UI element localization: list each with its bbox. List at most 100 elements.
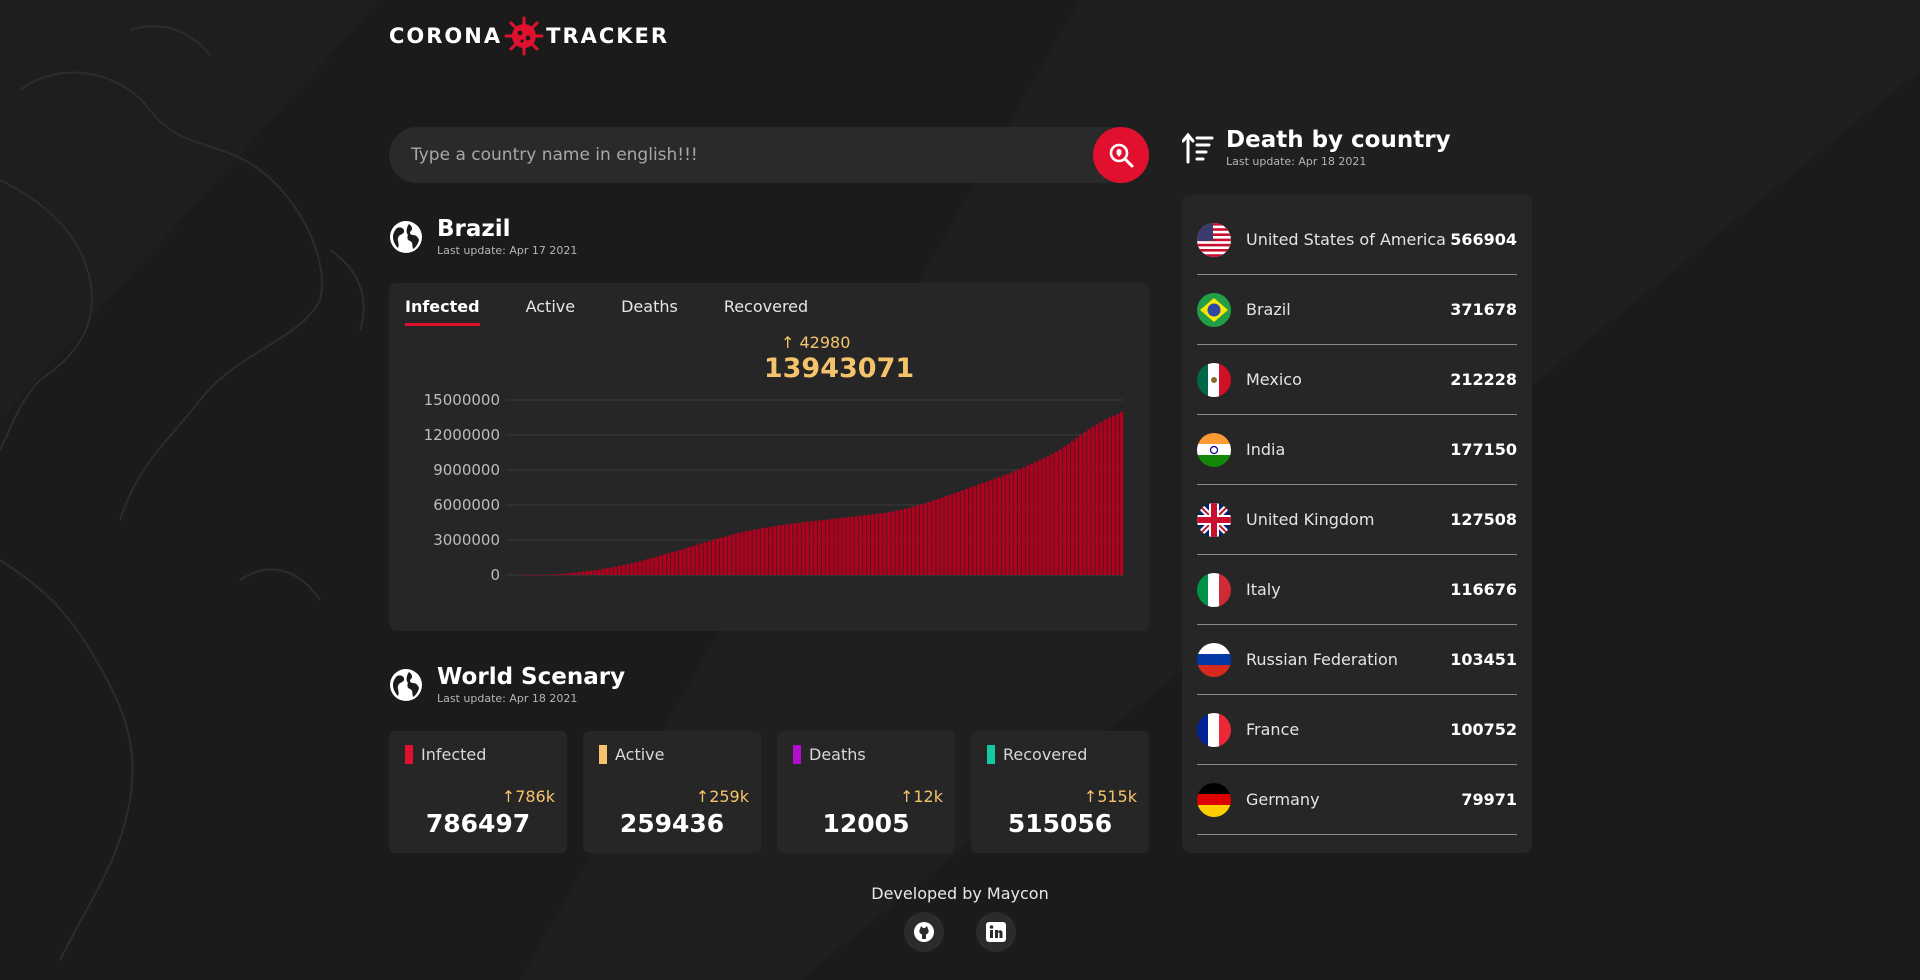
chart-bar[interactable]	[564, 573, 569, 575]
chart-bar[interactable]	[1034, 461, 1038, 575]
chart-bar[interactable]	[789, 523, 793, 575]
list-item[interactable]: France 100752	[1197, 695, 1517, 765]
chart-bar[interactable]	[601, 568, 605, 575]
chart-bar[interactable]	[687, 547, 691, 575]
chart-bar[interactable]	[597, 569, 601, 575]
app-logo[interactable]: CORONA TRACKER	[389, 16, 669, 56]
chart-bar[interactable]	[589, 570, 593, 575]
chart-bar[interactable]	[613, 566, 618, 575]
chart-bar[interactable]	[777, 525, 781, 575]
chart-bar[interactable]	[915, 505, 920, 575]
chart-bar[interactable]	[756, 528, 760, 575]
chart-bar[interactable]	[834, 518, 838, 575]
chart-bar[interactable]	[1070, 441, 1075, 575]
chart-bar[interactable]	[797, 522, 801, 575]
tab-active[interactable]: Active	[526, 297, 576, 326]
chart-bar[interactable]	[617, 565, 622, 575]
chart-bar[interactable]	[552, 574, 556, 575]
chart-bar[interactable]	[650, 557, 654, 575]
chart-bar[interactable]	[548, 574, 552, 576]
chart-bar[interactable]	[1079, 435, 1083, 575]
chart-bar[interactable]	[891, 511, 895, 575]
chart-bar[interactable]	[670, 552, 675, 575]
chart-bar[interactable]	[989, 480, 993, 575]
chart-bar[interactable]	[1005, 474, 1009, 575]
chart-bar[interactable]	[1030, 463, 1034, 575]
chart-bar[interactable]	[879, 513, 883, 575]
chart-bar[interactable]	[1009, 472, 1013, 575]
chart-bar[interactable]	[691, 546, 695, 575]
tab-deaths[interactable]: Deaths	[621, 297, 678, 326]
chart-bar[interactable]	[699, 543, 703, 576]
chart-bar[interactable]	[1119, 412, 1124, 575]
chart-bar[interactable]	[1021, 467, 1026, 575]
search-input[interactable]	[411, 127, 1051, 183]
chart-bar[interactable]	[977, 484, 981, 575]
chart-bar[interactable]	[1083, 432, 1087, 575]
chart-bar[interactable]	[675, 550, 679, 575]
chart-bar[interactable]	[944, 496, 948, 575]
chart-bar[interactable]	[536, 574, 540, 576]
chart-bar[interactable]	[634, 562, 638, 575]
chart-bar[interactable]	[593, 570, 597, 575]
chart-bar[interactable]	[1099, 422, 1103, 575]
chart-bar[interactable]	[1091, 426, 1095, 575]
chart-bar[interactable]	[801, 522, 805, 575]
chart-bar[interactable]	[772, 526, 777, 575]
chart-bar[interactable]	[764, 527, 769, 575]
chart-bar[interactable]	[846, 517, 850, 575]
chart-bar[interactable]	[919, 504, 924, 575]
chart-bar[interactable]	[658, 555, 662, 575]
chart-bar[interactable]	[1111, 415, 1116, 575]
chart-bar[interactable]	[1026, 465, 1030, 575]
list-item[interactable]: Italy 116676	[1197, 555, 1517, 625]
chart-bar[interactable]	[932, 500, 936, 575]
chart-bar[interactable]	[532, 574, 536, 576]
chart-bar[interactable]	[964, 489, 969, 575]
chart-bar[interactable]	[1103, 419, 1107, 575]
chart-bar[interactable]	[842, 517, 846, 575]
chart-bar[interactable]	[572, 572, 577, 575]
chart-bar[interactable]	[1001, 475, 1005, 575]
chart-bar[interactable]	[858, 515, 862, 575]
chart-bar[interactable]	[1050, 454, 1054, 575]
list-item[interactable]: United States of America 566904	[1197, 205, 1517, 275]
list-item[interactable]: India 177150	[1197, 415, 1517, 485]
chart-bar[interactable]	[752, 529, 756, 575]
chart-bar[interactable]	[968, 487, 973, 576]
chart-bar[interactable]	[666, 553, 671, 575]
chart-bar[interactable]	[568, 573, 573, 575]
chart-bar[interactable]	[1066, 443, 1071, 575]
chart-bar[interactable]	[544, 574, 548, 576]
chart-bar[interactable]	[887, 512, 891, 575]
chart-bar[interactable]	[809, 521, 813, 575]
chart-bar[interactable]	[830, 519, 834, 575]
chart-bar[interactable]	[744, 531, 748, 575]
chart-bar[interactable]	[1107, 417, 1111, 575]
chart-bar[interactable]	[1115, 414, 1120, 575]
chart-bar[interactable]	[838, 518, 842, 575]
chart-bar[interactable]	[870, 514, 875, 575]
chart-bar[interactable]	[948, 494, 952, 575]
chart-bar[interactable]	[711, 539, 716, 575]
chart-bar[interactable]	[695, 544, 699, 575]
chart-bar[interactable]	[854, 516, 858, 575]
chart-bar[interactable]	[556, 574, 560, 575]
chart-bar[interactable]	[703, 542, 707, 575]
chart-bar[interactable]	[740, 532, 744, 575]
chart-bar[interactable]	[850, 516, 854, 575]
chart-bar[interactable]	[781, 524, 785, 575]
chart-bar[interactable]	[609, 567, 613, 575]
chart-bar[interactable]	[621, 564, 626, 575]
chart-bar[interactable]	[1075, 438, 1079, 575]
chart-bar[interactable]	[793, 523, 797, 575]
chart-bar[interactable]	[821, 520, 826, 575]
chart-bar[interactable]	[993, 478, 997, 575]
chart-bar[interactable]	[928, 501, 932, 575]
tab-infected[interactable]: Infected	[405, 297, 480, 326]
chart-bar[interactable]	[560, 573, 565, 575]
chart-bar[interactable]	[719, 537, 724, 575]
chart-bar[interactable]	[728, 535, 732, 575]
chart-bar[interactable]	[724, 536, 728, 575]
chart-bar[interactable]	[1087, 429, 1091, 575]
